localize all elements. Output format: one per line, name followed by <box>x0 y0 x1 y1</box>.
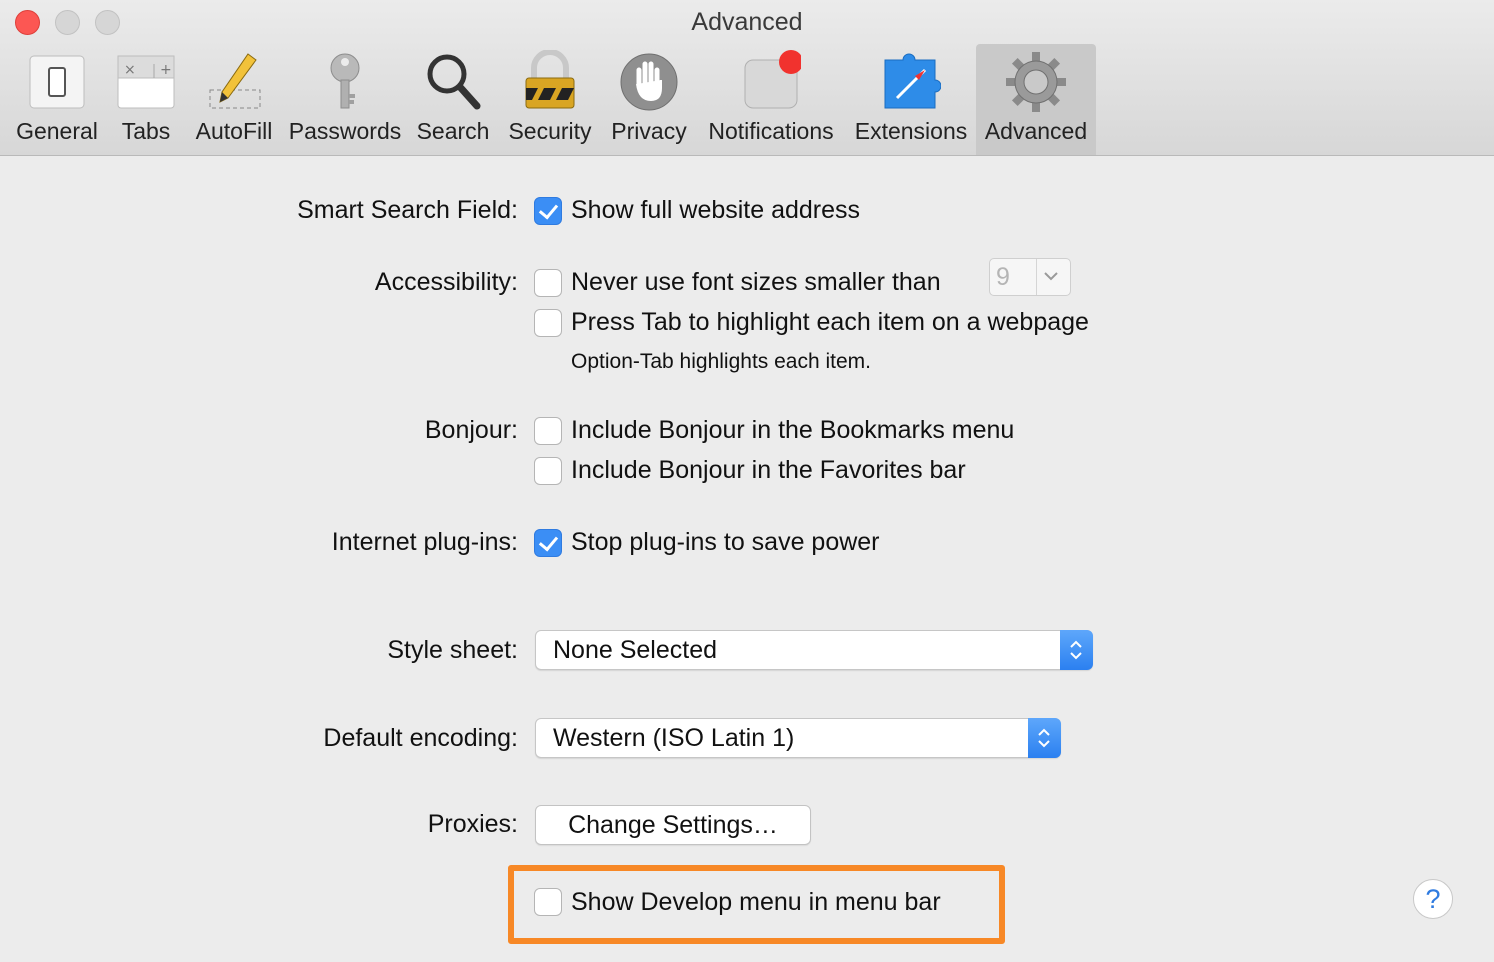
notification-icon <box>741 50 803 112</box>
general-switch-icon <box>27 50 87 112</box>
tab-search-label: Search <box>416 118 490 144</box>
tab-extensions[interactable]: Extensions <box>850 44 972 155</box>
bonjour-favorites-checkbox[interactable] <box>534 457 562 485</box>
tab-advanced-label: Advanced <box>984 118 1088 144</box>
encoding-value: Western (ISO Latin 1) <box>553 724 795 752</box>
tab-passwords-label: Passwords <box>288 118 402 144</box>
show-develop-menu-checkbox[interactable] <box>534 888 562 916</box>
min-font-size-select[interactable]: 9 <box>989 258 1071 296</box>
tab-security[interactable]: Security <box>500 44 600 155</box>
tab-search[interactable]: Search <box>412 44 494 155</box>
key-icon <box>315 50 375 112</box>
change-settings-button[interactable]: Change Settings… <box>535 805 811 845</box>
tab-general[interactable]: General <box>12 44 102 155</box>
puzzle-icon <box>881 50 942 112</box>
bonjour-bookmarks-checkbox[interactable] <box>534 417 562 445</box>
tab-highlight-option[interactable]: Press Tab to highlight each item on a we… <box>571 308 1089 337</box>
stop-plugins-checkbox[interactable] <box>534 529 562 557</box>
tab-highlight-note: Option-Tab highlights each item. <box>571 350 871 373</box>
tab-autofill[interactable]: AutoFill <box>190 44 278 155</box>
window-title: Advanced <box>691 8 803 36</box>
style-sheet-stepper <box>1060 630 1093 670</box>
encoding-stepper <box>1028 718 1061 758</box>
pencil-icon <box>204 50 264 112</box>
show-full-address-checkbox[interactable] <box>534 197 562 225</box>
svg-text:×: × <box>124 62 136 78</box>
bonjour-favorites-option[interactable]: Include Bonjour in the Favorites bar <box>571 456 966 485</box>
tab-notifications[interactable]: Notifications <box>700 44 842 155</box>
tab-notifications-label: Notifications <box>708 118 834 144</box>
tab-security-label: Security <box>508 118 592 144</box>
tab-general-label: General <box>16 118 98 144</box>
hand-icon <box>619 50 679 112</box>
plugins-label: Internet plug-ins: <box>331 528 518 556</box>
up-down-chevron-icon <box>1038 728 1050 748</box>
accessibility-label: Accessibility: <box>374 268 518 296</box>
up-down-chevron-icon <box>1070 640 1082 660</box>
svg-text:+: + <box>160 62 172 78</box>
gear-icon <box>1006 50 1066 112</box>
encoding-select[interactable]: Western (ISO Latin 1) <box>535 718 1061 758</box>
smart-search-label: Smart Search Field: <box>297 196 518 224</box>
tab-privacy[interactable]: Privacy <box>606 44 692 155</box>
help-button[interactable]: ? <box>1413 879 1453 919</box>
style-sheet-label: Style sheet: <box>387 636 518 664</box>
stop-plugins-option[interactable]: Stop plug-ins to save power <box>571 528 880 557</box>
tab-autofill-label: AutoFill <box>195 118 273 144</box>
min-font-size-option[interactable]: Never use font sizes smaller than <box>571 268 941 297</box>
bonjour-bookmarks-option[interactable]: Include Bonjour in the Bookmarks menu <box>571 416 1014 445</box>
tab-highlight-checkbox[interactable] <box>534 309 562 337</box>
min-font-size-value: 9 <box>996 263 1010 291</box>
proxies-label: Proxies: <box>427 810 518 838</box>
tabs-icon: × + <box>116 50 176 112</box>
magnifier-icon <box>423 50 483 112</box>
show-full-address-option[interactable]: Show full website address <box>571 196 860 225</box>
style-sheet-value: None Selected <box>553 636 718 664</box>
style-sheet-select[interactable]: None Selected <box>535 630 1093 670</box>
preferences-toolbar: Advanced General × + Tabs AutoFill Passw… <box>0 0 1494 156</box>
safari-preferences-window: Advanced General × + Tabs AutoFill Passw… <box>0 0 1494 962</box>
show-develop-menu-option[interactable]: Show Develop menu in menu bar <box>571 888 941 917</box>
bonjour-label: Bonjour: <box>424 416 518 444</box>
tab-extensions-label: Extensions <box>854 118 968 144</box>
padlock-icon <box>520 49 580 112</box>
tab-advanced[interactable]: Advanced <box>976 44 1096 155</box>
tab-tabs-label: Tabs <box>121 118 171 144</box>
tab-tabs[interactable]: × + Tabs <box>108 44 184 155</box>
chevron-down-icon <box>1044 272 1058 281</box>
min-font-size-checkbox[interactable] <box>534 269 562 297</box>
encoding-label: Default encoding: <box>323 724 518 752</box>
tab-passwords[interactable]: Passwords <box>284 44 406 155</box>
tab-privacy-label: Privacy <box>611 118 687 144</box>
